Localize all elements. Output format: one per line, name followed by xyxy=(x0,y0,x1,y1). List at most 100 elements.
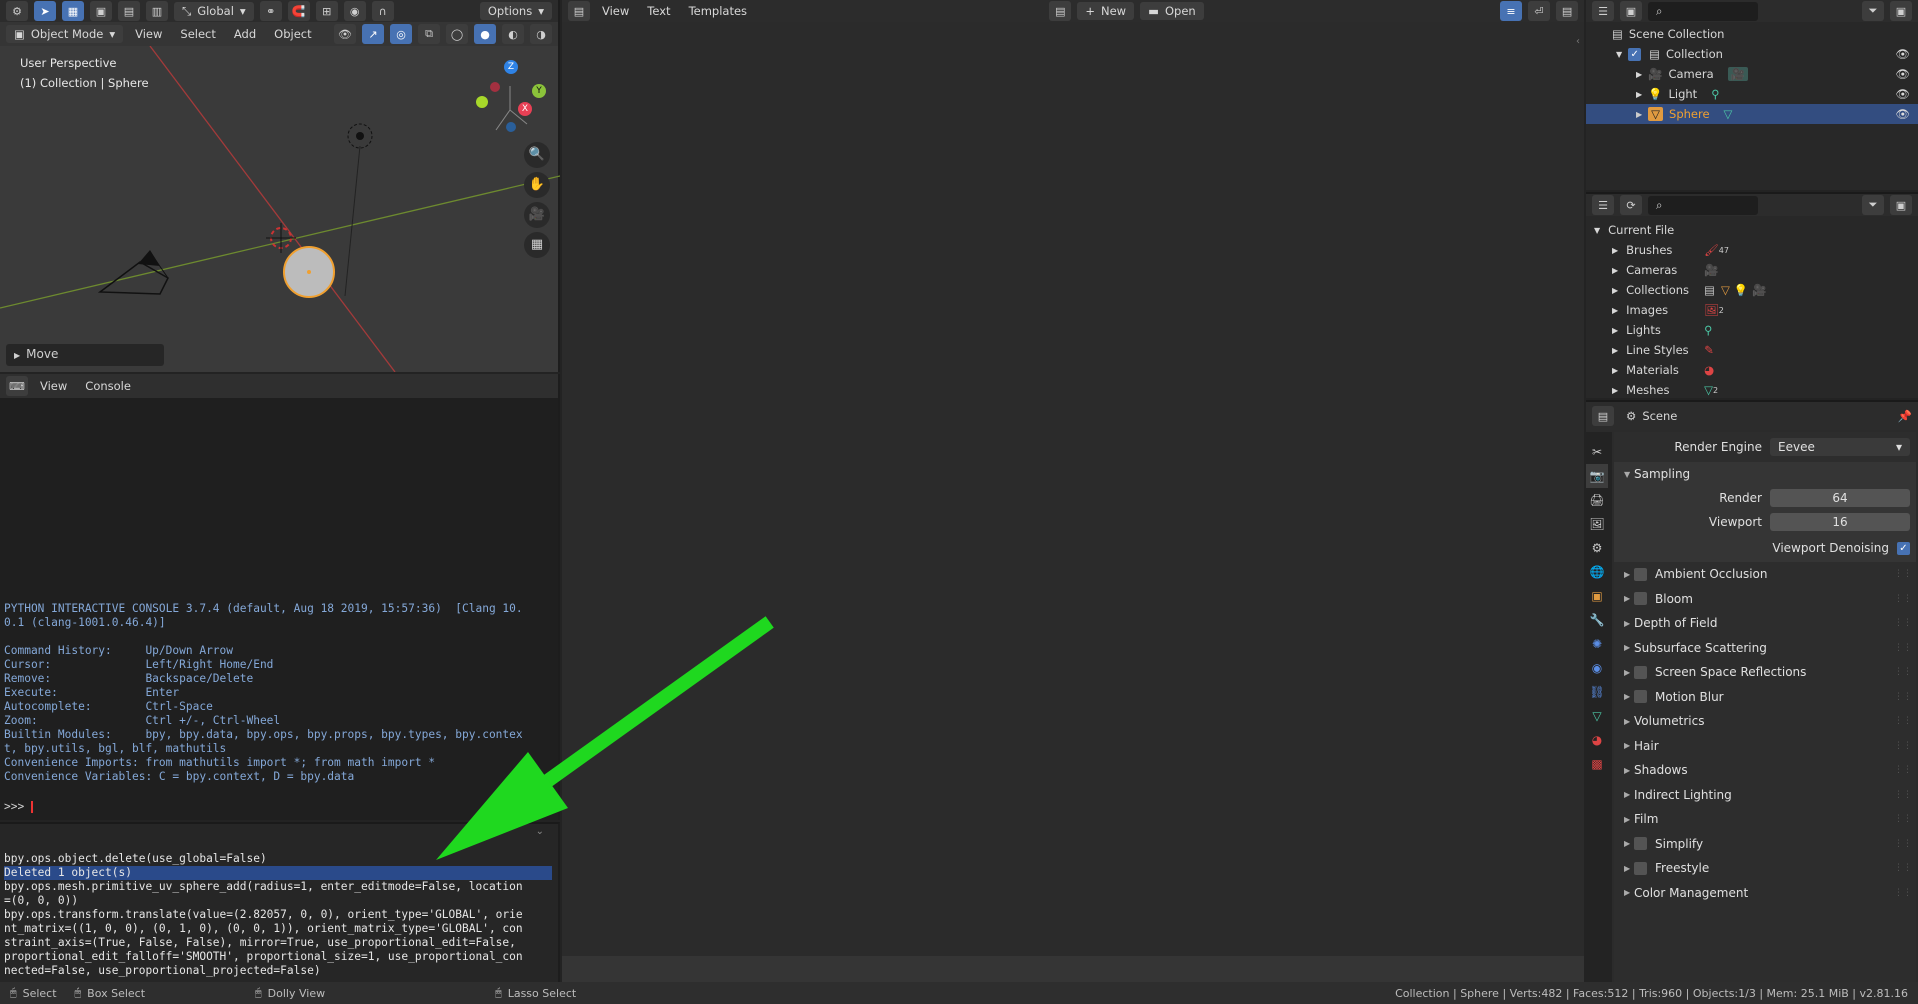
panel-enable-checkbox[interactable] xyxy=(1634,592,1647,606)
editor-type-text-icon[interactable]: ▤ xyxy=(568,1,590,21)
text-editor-area[interactable]: ▤ View Text Templates ▤ + New ▬ Open ≡ ⏎ ▤… xyxy=(562,0,1584,982)
operator-panel-move[interactable]: ▶ Move xyxy=(6,344,164,366)
file-item[interactable]: ▶ Images 🖼 2 xyxy=(1586,300,1918,320)
panel-header[interactable]: ▶ Screen Space Reflections ⋮⋮ xyxy=(1614,660,1916,685)
viewport-denoising-checkbox[interactable]: ✓ xyxy=(1897,541,1910,555)
tab-scene[interactable]: ⚙ xyxy=(1586,536,1608,560)
options-icon[interactable]: ▣ xyxy=(1890,195,1912,215)
gizmo-z-icon[interactable]: Z xyxy=(504,60,518,74)
editor-type-outliner-icon[interactable]: ☰ xyxy=(1592,1,1614,21)
panel-header[interactable]: ▶ Ambient Occlusion ⋮⋮ xyxy=(1614,562,1916,587)
file-item[interactable]: ▶ Cameras 🎥 xyxy=(1586,260,1918,280)
word-wrap-icon[interactable]: ⏎ xyxy=(1528,1,1551,21)
filter-icon[interactable]: ⏷ xyxy=(1862,1,1884,21)
select-extend-icon[interactable]: ▣ xyxy=(90,1,112,21)
select-box-icon[interactable]: ▦ xyxy=(62,1,84,21)
panel-header[interactable]: ▶ Motion Blur ⋮⋮ xyxy=(1614,685,1916,710)
open-text-button[interactable]: ▬ Open xyxy=(1140,2,1204,20)
drag-handle-icon[interactable]: ⋮⋮ xyxy=(1894,692,1912,702)
tab-constraints[interactable]: ⛓ xyxy=(1586,680,1608,704)
editor-type-console-icon[interactable]: ⌨ xyxy=(6,376,28,396)
xray-icon[interactable]: ⧉ xyxy=(418,24,440,44)
info-line[interactable]: bpy.ops.mesh.primitive_uv_sphere_add(rad… xyxy=(4,880,552,894)
console-menu-view[interactable]: View xyxy=(34,377,73,395)
panel-header[interactable]: ▶ Volumetrics ⋮⋮ xyxy=(1614,709,1916,734)
info-collapse-icon[interactable]: ⌄ xyxy=(536,826,544,837)
new-collection-icon[interactable]: ▣ xyxy=(1890,1,1912,21)
drag-handle-icon[interactable]: ⋮⋮ xyxy=(1894,863,1912,873)
menu-object[interactable]: Object xyxy=(268,25,317,43)
tab-texture[interactable]: ▩ xyxy=(1586,752,1608,776)
wireframe-shading-icon[interactable]: ◯ xyxy=(446,24,468,44)
transform-orientation-dropdown[interactable]: ⤡ Global ▾ xyxy=(174,1,254,21)
text-menu-text[interactable]: Text xyxy=(641,2,676,20)
material-shading-icon[interactable]: ◐ xyxy=(502,24,524,44)
select-subtract-icon[interactable]: ▤ xyxy=(118,1,140,21)
info-line[interactable]: straint_axis=(True, False, False), mirro… xyxy=(4,936,552,950)
panel-header[interactable]: ▶ Freestyle ⋮⋮ xyxy=(1614,856,1916,881)
panel-enable-checkbox[interactable] xyxy=(1634,861,1647,875)
panel-header[interactable]: ▶ Shadows ⋮⋮ xyxy=(1614,758,1916,783)
tab-data[interactable]: ▽ xyxy=(1586,704,1608,728)
console-area[interactable]: ⌨ View Console PYTHON INTERACTIVE CONSOL… xyxy=(0,374,560,820)
gizmo-y-icon[interactable]: Y xyxy=(532,84,546,98)
select-invert-icon[interactable]: ▥ xyxy=(146,1,168,21)
text-menu-view[interactable]: View xyxy=(596,2,635,20)
text-browse-icon[interactable]: ▤ xyxy=(1049,1,1072,21)
pan-hand-icon[interactable]: ✋ xyxy=(524,172,550,198)
panel-header[interactable]: ▶ Depth of Field ⋮⋮ xyxy=(1614,611,1916,636)
menu-view[interactable]: View xyxy=(129,25,168,43)
drag-handle-icon[interactable]: ⋮⋮ xyxy=(1894,888,1912,898)
snap-increment-icon[interactable]: ⊞ xyxy=(315,1,338,21)
file-item[interactable]: ▶ Collections ▤ ▽ 💡 🎥 xyxy=(1586,280,1918,300)
tab-output[interactable]: 🖨 xyxy=(1586,488,1608,512)
info-line[interactable]: bpy.ops.transform.translate(value=(2.820… xyxy=(4,908,552,922)
panel-header[interactable]: ▶ Film ⋮⋮ xyxy=(1614,807,1916,832)
panel-header[interactable]: ▶ Indirect Lighting ⋮⋮ xyxy=(1614,783,1916,808)
editor-type-properties-icon[interactable]: ▤ xyxy=(1592,406,1614,426)
tab-world[interactable]: 🌐 xyxy=(1586,560,1608,584)
info-line[interactable]: nt_matrix=((1, 0, 0), (0, 1, 0), (0, 0, … xyxy=(4,922,552,936)
info-line[interactable]: proportional_edit_falloff='SMOOTH', prop… xyxy=(4,950,552,964)
eye-icon[interactable]: 👁 xyxy=(1895,107,1910,121)
tab-physics[interactable]: ◉ xyxy=(1586,656,1608,680)
drag-handle-icon[interactable]: ⋮⋮ xyxy=(1894,569,1912,579)
drag-handle-icon[interactable]: ⋮⋮ xyxy=(1894,667,1912,677)
gizmo-icon[interactable]: ↗ xyxy=(362,24,384,44)
render-samples-field[interactable]: 64 xyxy=(1770,489,1910,507)
eye-icon[interactable]: 👁 xyxy=(1895,87,1910,101)
ortho-grid-icon[interactable]: ▦ xyxy=(524,232,550,258)
nav-gizmo[interactable]: Z Y X xyxy=(470,58,550,138)
editor-type-outliner-icon[interactable]: ☰ xyxy=(1592,195,1614,215)
panel-sampling[interactable]: ▼ Sampling xyxy=(1614,462,1916,486)
file-item[interactable]: ▶ Line Styles ✎ xyxy=(1586,340,1918,360)
properties-area[interactable]: ▤ ⚙ Scene 📌 ✂ 📷 🖨 🖼 ⚙ 🌐 ▣ 🔧 ✺ ◉ ⛓ ▽ ◕ ▩ … xyxy=(1586,400,1918,984)
file-item[interactable]: ▶ Brushes 🖌 47 xyxy=(1586,240,1918,260)
gizmo-negy-icon[interactable] xyxy=(476,96,488,108)
viewport-area[interactable]: ⚙ ➤ ▦ ▣ ▤ ▥ ⤡ Global ▾ ⚭ 🧲 ⊞ ◉ ∩ Options ▾ … xyxy=(0,0,560,372)
gizmo-negx-icon[interactable] xyxy=(490,82,500,92)
outliner-item-camera[interactable]: ▶ 🎥 Camera 🎥 👁 xyxy=(1586,64,1918,84)
drag-handle-icon[interactable]: ⋮⋮ xyxy=(1894,643,1912,653)
drag-handle-icon[interactable]: ⋮⋮ xyxy=(1894,741,1912,751)
rendered-shading-icon[interactable]: ◑ xyxy=(530,24,552,44)
proportional-edit-icon[interactable]: ◉ xyxy=(343,1,366,21)
text-menu-templates[interactable]: Templates xyxy=(683,2,753,20)
outliner-scene-collection[interactable]: ▤ Scene Collection xyxy=(1586,24,1918,44)
console-menu-console[interactable]: Console xyxy=(79,377,137,395)
menu-add[interactable]: Add xyxy=(228,25,262,43)
viewport-samples-field[interactable]: 16 xyxy=(1770,513,1910,531)
console-prompt[interactable]: >>> xyxy=(4,800,33,813)
info-line-selected[interactable]: Deleted 1 object(s) xyxy=(4,866,552,880)
tab-object[interactable]: ▣ xyxy=(1586,584,1608,608)
editor-type-icon[interactable]: ⚙ xyxy=(6,1,28,21)
overlay-icon[interactable]: ◎ xyxy=(390,24,412,44)
blend-file-mode-icon[interactable]: ⟳ xyxy=(1620,195,1642,215)
panel-header[interactable]: ▶ Simplify ⋮⋮ xyxy=(1614,832,1916,857)
line-numbers-icon[interactable]: ≡ xyxy=(1500,1,1523,21)
info-line[interactable]: bpy.ops.object.delete(use_global=False) xyxy=(4,852,552,866)
gizmo-x-icon[interactable]: X xyxy=(518,102,532,116)
eye-icon[interactable]: 👁 xyxy=(1895,47,1910,61)
drag-handle-icon[interactable]: ⋮⋮ xyxy=(1894,716,1912,726)
panel-enable-checkbox[interactable] xyxy=(1634,837,1647,851)
